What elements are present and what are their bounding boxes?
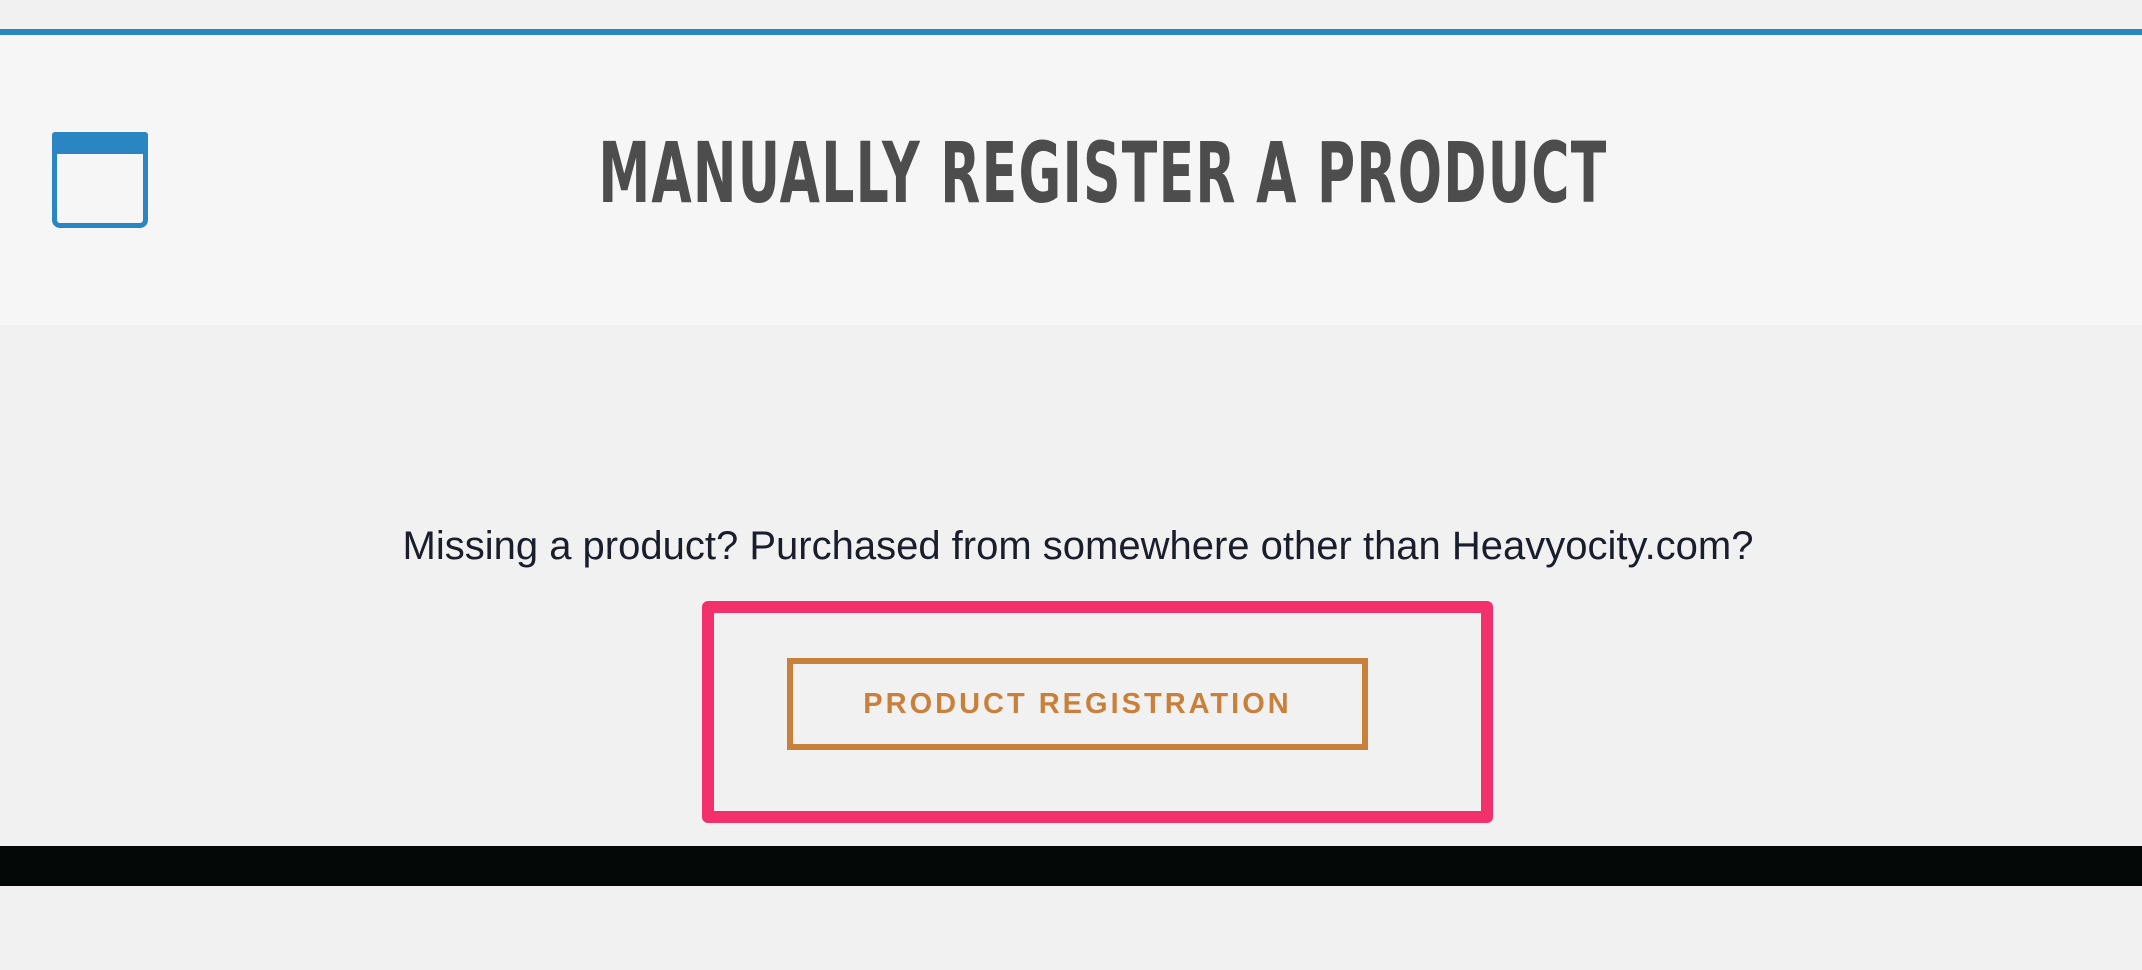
page: MANUALLY REGISTER A PRODUCT Missing a pr… (0, 0, 2142, 970)
product-registration-button[interactable]: PRODUCT REGISTRATION (787, 658, 1368, 750)
footer-bar (0, 846, 2142, 886)
window-icon (52, 132, 148, 228)
missing-product-prompt: Missing a product? Purchased from somewh… (402, 524, 1754, 568)
page-title: MANUALLY REGISTER A PRODUCT (598, 124, 1608, 222)
